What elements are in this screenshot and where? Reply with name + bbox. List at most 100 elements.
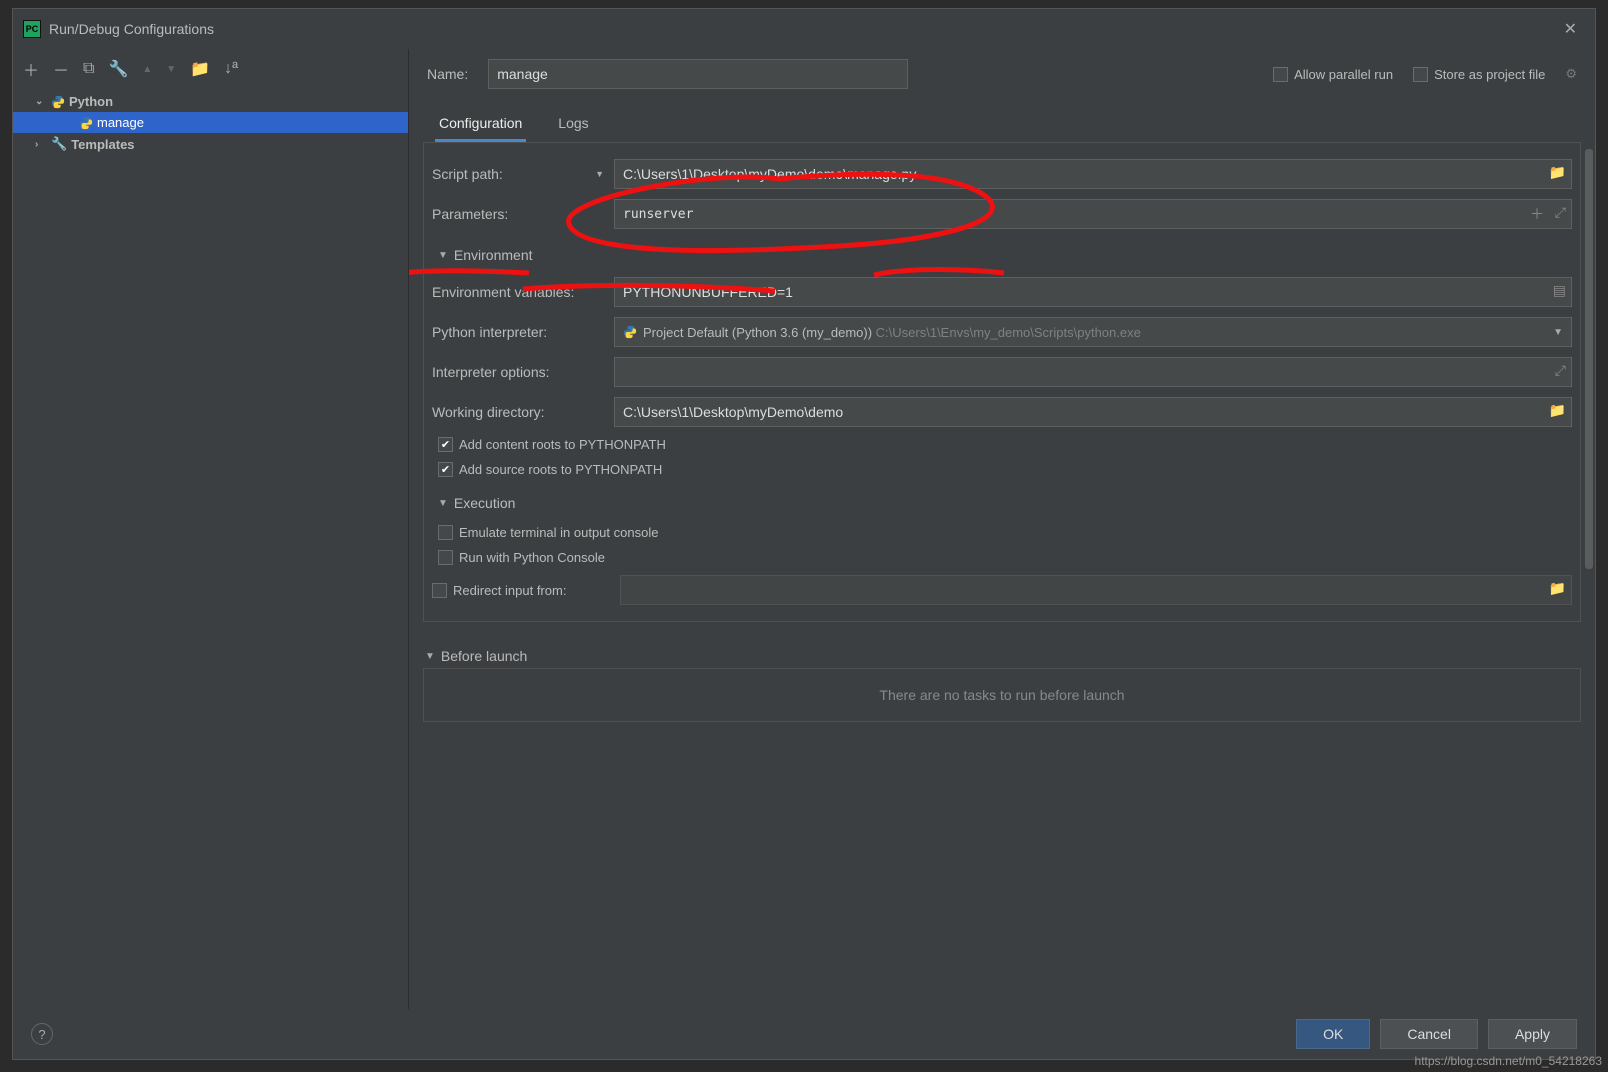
chevron-down-icon: ▼ — [425, 651, 435, 662]
chevron-down-icon: ▼ — [595, 169, 604, 179]
interpreter-value: Project Default (Python 3.6 (my_demo)) — [643, 325, 872, 340]
store-project-checkbox[interactable]: Store as project file — [1413, 67, 1545, 82]
chevron-down-icon: ▼ — [438, 250, 448, 261]
interpreter-dropdown[interactable]: Project Default (Python 3.6 (my_demo)) C… — [614, 317, 1572, 347]
checkbox-label: Add content roots to PYTHONPATH — [459, 437, 666, 452]
interpreter-row: Python interpreter: Project Default (Pyt… — [432, 317, 1572, 347]
name-input[interactable] — [488, 59, 908, 89]
before-launch-panel: There are no tasks to run before launch — [423, 668, 1581, 722]
add-content-roots-checkbox[interactable]: Add content roots to PYTHONPATH — [432, 437, 1572, 452]
tree-node-manage[interactable]: manage — [13, 112, 408, 133]
cancel-button[interactable]: Cancel — [1380, 1019, 1478, 1049]
config-tabs: Configuration Logs — [423, 103, 1581, 143]
expand-icon[interactable]: ⤢ — [1555, 204, 1566, 221]
pycharm-logo-icon: PC — [23, 20, 41, 38]
tab-configuration[interactable]: Configuration — [435, 109, 526, 142]
emulate-terminal-checkbox[interactable]: Emulate terminal in output console — [432, 525, 1572, 540]
checkbox-label: Run with Python Console — [459, 550, 605, 565]
expand-icon[interactable]: ⤢ — [1555, 362, 1566, 379]
checkbox-label: Store as project file — [1434, 67, 1545, 82]
checkbox-label: Allow parallel run — [1294, 67, 1393, 82]
checkbox-icon — [1273, 67, 1288, 82]
interp-opts-label: Interpreter options: — [432, 364, 604, 380]
workdir-row: Working directory: 📁 — [432, 397, 1572, 427]
plus-icon[interactable]: ＋ — [1530, 204, 1544, 224]
script-path-row: Script path: ▼ 📁 — [432, 159, 1572, 189]
tree-node-templates[interactable]: › 🔧 Templates — [13, 133, 408, 155]
ok-button[interactable]: OK — [1296, 1019, 1370, 1049]
before-launch-header[interactable]: ▼ Before launch — [423, 640, 1581, 668]
workdir-label: Working directory: — [432, 404, 604, 420]
remove-config-button[interactable]: － — [53, 57, 69, 81]
allow-parallel-checkbox[interactable]: Allow parallel run — [1273, 67, 1393, 82]
parameters-input[interactable] — [614, 199, 1572, 229]
move-up-button[interactable]: ▲ — [142, 64, 152, 75]
checkbox-label: Add source roots to PYTHONPATH — [459, 462, 662, 477]
add-config-button[interactable]: ＋ — [23, 57, 39, 81]
watermark: https://blog.csdn.net/m0_54218263 — [1415, 1054, 1602, 1068]
help-button[interactable]: ? — [31, 1023, 53, 1045]
tab-logs[interactable]: Logs — [554, 109, 592, 142]
expand-icon: ⌄ — [35, 96, 47, 107]
gear-icon[interactable]: ⚙ — [1565, 66, 1577, 82]
chevron-down-icon: ▼ — [1553, 327, 1563, 338]
redirect-input-row: Redirect input from: 📁 — [432, 575, 1572, 605]
checkbox-label: Emulate terminal in output console — [459, 525, 658, 540]
copy-config-button[interactable]: ⧉ — [83, 60, 94, 78]
checkbox-icon — [438, 525, 453, 540]
env-vars-input[interactable] — [614, 277, 1572, 307]
checkbox-icon — [438, 462, 453, 477]
interpreter-label: Python interpreter: — [432, 324, 604, 340]
chevron-down-icon: ▼ — [438, 498, 448, 509]
sidebar: ＋ － ⧉ 🔧 ▲ ▼ 📁 ↓ª ⌄ Python manage — [13, 49, 409, 1009]
checkbox-icon — [432, 583, 447, 598]
window-title: Run/Debug Configurations — [49, 21, 214, 37]
wrench-icon: 🔧 — [51, 136, 67, 152]
redirect-input-field[interactable] — [620, 575, 1572, 605]
python-icon — [623, 325, 637, 339]
add-source-roots-checkbox[interactable]: Add source roots to PYTHONPATH — [432, 462, 1572, 477]
workdir-input[interactable] — [614, 397, 1572, 427]
python-icon — [79, 116, 93, 130]
top-row: Name: Allow parallel run Store as projec… — [423, 49, 1581, 103]
interp-opts-input[interactable] — [614, 357, 1572, 387]
tree-label: Templates — [71, 137, 134, 152]
script-path-input[interactable] — [614, 159, 1572, 189]
sort-button[interactable]: ↓ª — [224, 60, 238, 78]
edit-config-button[interactable]: 🔧 — [108, 59, 128, 79]
configuration-form: Script path: ▼ 📁 Parameters: ＋ ⤢ — [423, 143, 1581, 622]
parameters-row: Parameters: ＋ ⤢ — [432, 199, 1572, 229]
main-panel: Name: Allow parallel run Store as projec… — [409, 49, 1595, 1009]
tree-node-python[interactable]: ⌄ Python — [13, 91, 408, 112]
list-icon[interactable]: ▤ — [1553, 282, 1566, 299]
apply-button[interactable]: Apply — [1488, 1019, 1577, 1049]
tree-label: manage — [97, 115, 144, 130]
browse-icon[interactable]: 📁 — [1549, 402, 1566, 419]
scrollbar-thumb[interactable] — [1585, 149, 1593, 569]
close-button[interactable]: ✕ — [1556, 15, 1585, 43]
run-python-console-checkbox[interactable]: Run with Python Console — [432, 550, 1572, 565]
move-down-button[interactable]: ▼ — [166, 64, 176, 75]
checkbox-icon — [438, 550, 453, 565]
env-vars-row: Environment variables: ▤ — [432, 277, 1572, 307]
empty-text: There are no tasks to run before launch — [879, 687, 1124, 703]
content: ＋ － ⧉ 🔧 ▲ ▼ 📁 ↓ª ⌄ Python manage — [13, 49, 1595, 1009]
browse-icon[interactable]: 📁 — [1549, 164, 1566, 181]
parameters-label: Parameters: — [432, 206, 604, 222]
interpreter-path: C:\Users\1\Envs\my_demo\Scripts\python.e… — [876, 325, 1141, 340]
environment-header[interactable]: ▼ Environment — [432, 239, 1572, 267]
checkbox-icon — [438, 437, 453, 452]
sidebar-toolbar: ＋ － ⧉ 🔧 ▲ ▼ 📁 ↓ª — [13, 49, 408, 89]
execution-header[interactable]: ▼ Execution — [432, 487, 1572, 515]
script-path-label[interactable]: Script path: ▼ — [432, 166, 604, 182]
scrollbar[interactable] — [1585, 149, 1593, 729]
tree-label: Python — [69, 94, 113, 109]
expand-icon: › — [35, 139, 47, 150]
folder-button[interactable]: 📁 — [190, 59, 210, 79]
redirect-input-checkbox[interactable]: Redirect input from: — [432, 583, 610, 598]
browse-icon[interactable]: 📁 — [1549, 580, 1566, 597]
python-icon — [51, 95, 65, 109]
checkbox-icon — [1413, 67, 1428, 82]
env-vars-label: Environment variables: — [432, 284, 604, 300]
run-debug-dialog: PC Run/Debug Configurations ✕ ＋ － ⧉ 🔧 ▲ … — [12, 8, 1596, 1060]
